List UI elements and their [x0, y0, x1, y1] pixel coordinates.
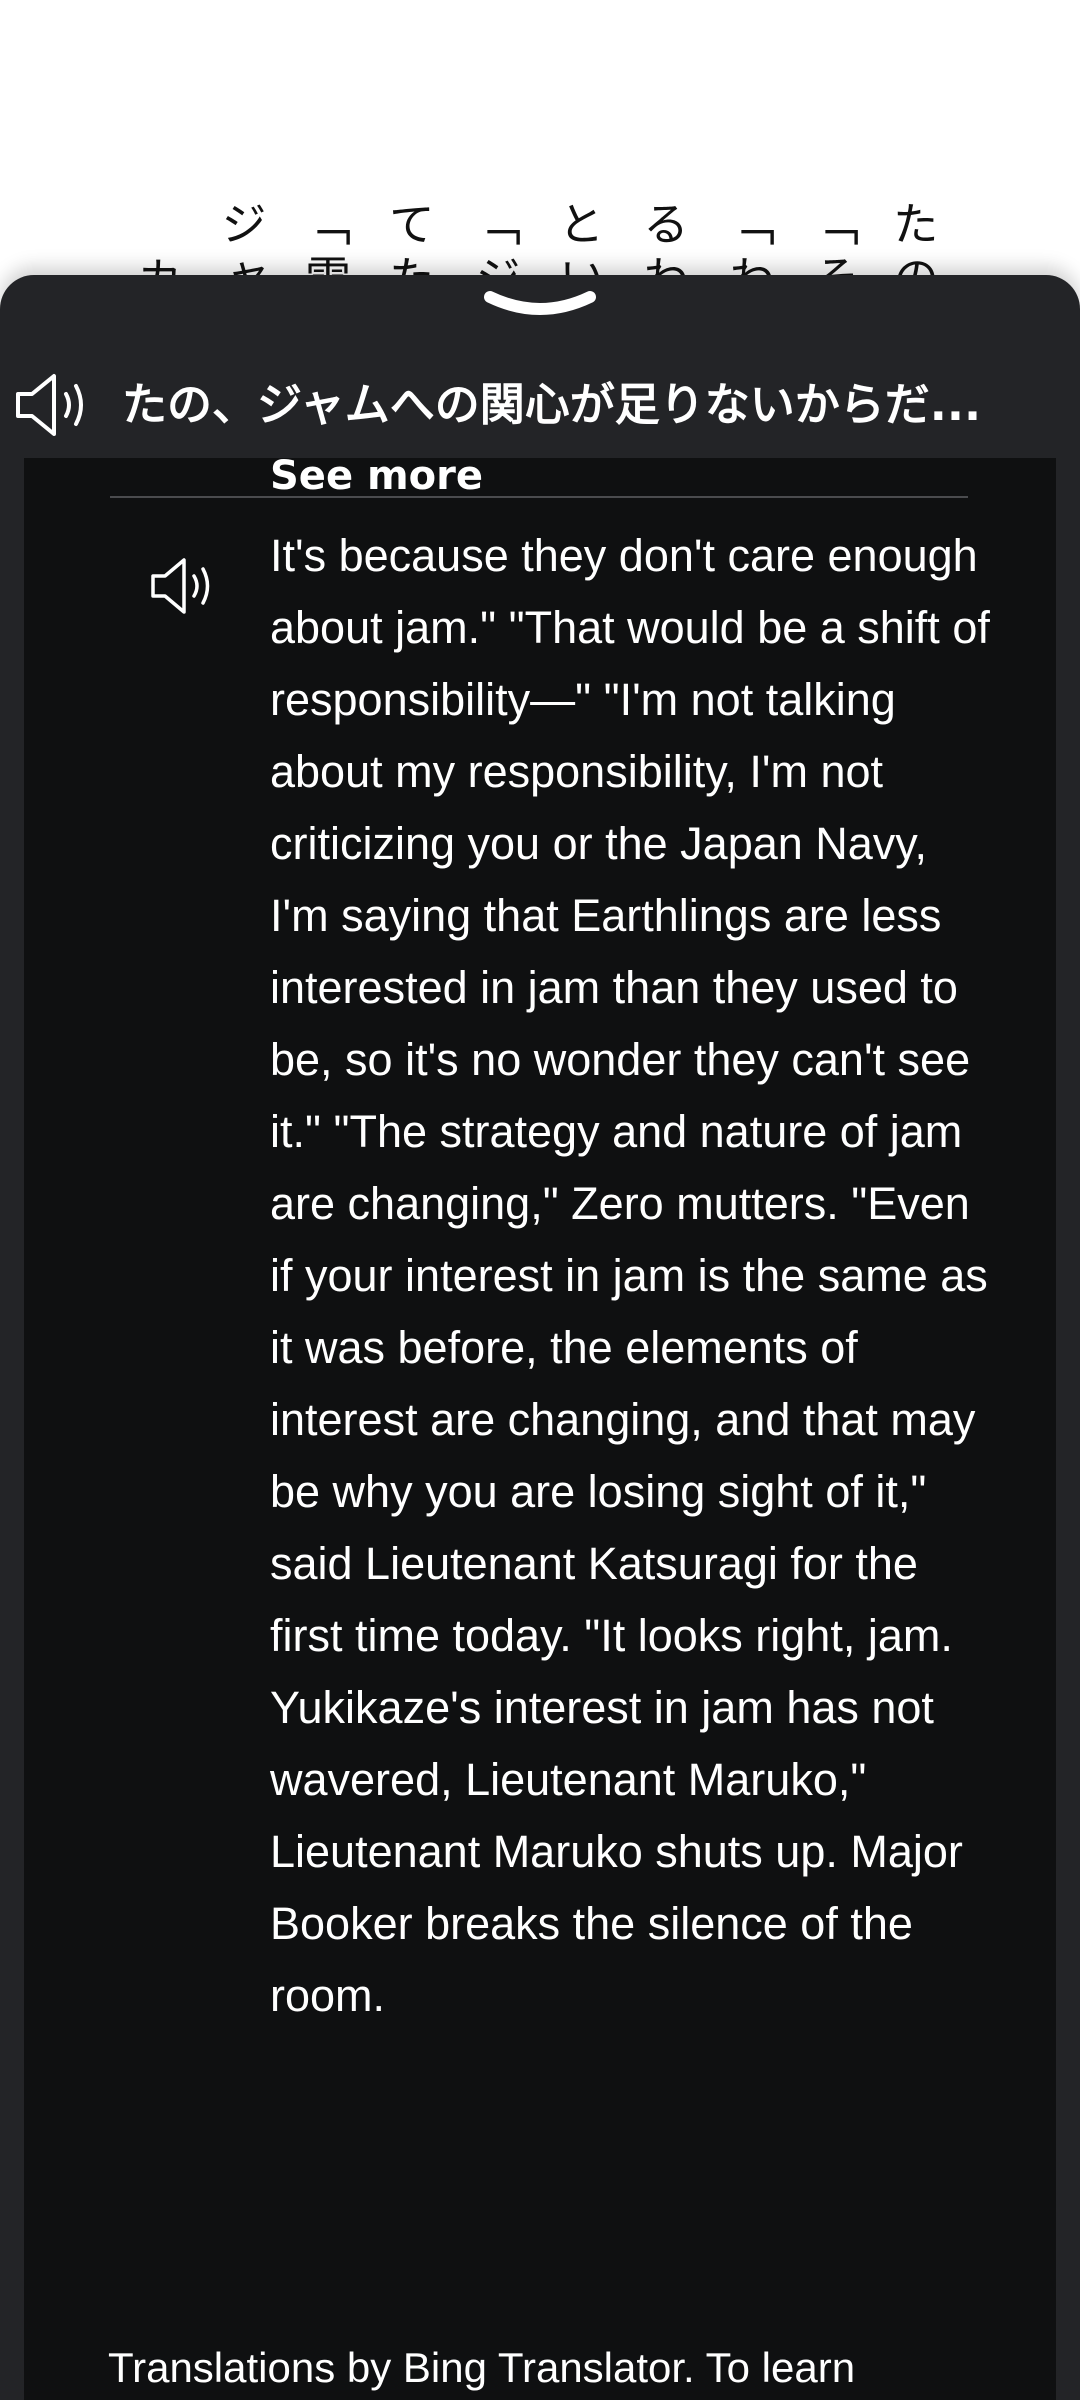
translation-panel[interactable]: See more It's because they don't care en…	[24, 458, 1056, 2400]
chevron-down-icon	[484, 291, 596, 315]
divider	[110, 496, 968, 498]
read-aloud-translation-button[interactable]	[150, 556, 216, 616]
sheet-header: たの、ジャムへの関心が足りないからだ...	[0, 350, 1080, 460]
translation-sheet: たの、ジャムへの関心が足りないからだ... See more It's beca…	[0, 275, 1080, 2400]
speaker-icon	[151, 558, 210, 614]
translated-text: It's because they don't care enough abou…	[270, 530, 990, 2021]
reader-page: たの 「そ 「わ るわ とい 「ジ てた 「雪 ジャ カ たの、ジャムへの関心が…	[0, 0, 1080, 2400]
speaker-icon	[16, 374, 83, 436]
original-text-snippet: たの、ジャムへの関心が足りないからだ...	[122, 378, 982, 431]
collapse-handle[interactable]	[482, 285, 598, 321]
read-aloud-original-button[interactable]	[14, 372, 90, 438]
translator-attribution: Translations by Bing Translator. To lear…	[108, 2344, 856, 2391]
see-more-link[interactable]: See more	[270, 458, 483, 498]
book-page-background: たの 「そ 「わ るわ とい 「ジ てた 「雪 ジャ カ	[0, 0, 1080, 309]
